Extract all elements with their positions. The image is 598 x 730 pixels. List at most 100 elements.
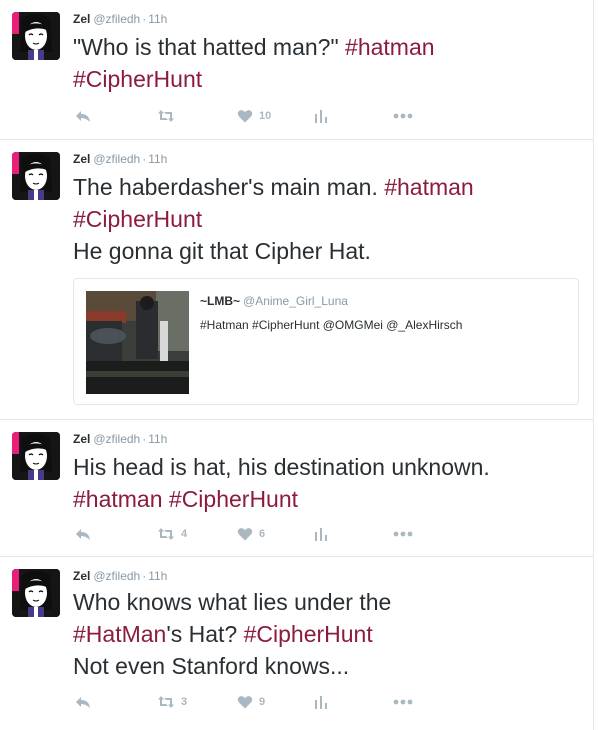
tweet[interactable]: Zel @zfiledh · 11h His head is hat, his des… [0, 419, 594, 556]
tweet-text: Who knows what lies under the #HatMan's … [73, 586, 588, 682]
more-icon [393, 699, 413, 705]
hashtag-link[interactable]: #hatman [73, 486, 163, 512]
retweet-button[interactable]: 4 [157, 524, 187, 544]
more-button[interactable] [393, 106, 413, 126]
quoted-tweet-photo[interactable] [86, 291, 189, 394]
tweet-header: Zel @zfiledh · 11h [73, 568, 167, 584]
display-name[interactable]: Zel [73, 12, 90, 26]
tweet-actions: 3 9 [73, 692, 433, 712]
tweet-line: #CipherHunt [73, 203, 588, 235]
tweet-header: Zel @zfiledh · 11h [73, 151, 167, 167]
separator: · [142, 12, 147, 26]
text-segment: Not even Stanford knows... [73, 653, 350, 679]
like-button[interactable]: 6 [237, 524, 265, 544]
text-segment: 's Hat? [166, 621, 244, 647]
like-count: 10 [259, 110, 272, 122]
user-handle[interactable]: @zfiledh [93, 12, 140, 26]
retweet-button[interactable] [157, 106, 181, 126]
separator: · [142, 432, 147, 446]
tweet-text: "Who is that hatted man?" #hatman #Ciphe… [73, 31, 588, 95]
retweet-icon [157, 527, 175, 541]
timestamp[interactable]: 11h [148, 152, 167, 166]
tweet-line: #hatman #CipherHunt [73, 483, 588, 515]
more-icon [393, 531, 413, 537]
like-count: 9 [259, 696, 266, 708]
text-segment: He gonna git that Cipher Hat. [73, 238, 371, 264]
display-name[interactable]: Zel [73, 569, 90, 583]
reply-button[interactable] [75, 106, 91, 126]
tweet-line: The haberdasher's main man. #hatman [73, 171, 588, 203]
separator: · [142, 152, 147, 166]
quoted-display-name[interactable]: ~LMB~ [200, 294, 240, 308]
analytics-icon [314, 695, 328, 709]
tweet-header: Zel @zfiledh · 11h [73, 431, 167, 447]
hashtag-link[interactable]: #hatman [384, 174, 474, 200]
analytics-button[interactable] [314, 524, 328, 544]
tweet-actions: 4 6 [73, 524, 433, 544]
hashtag-link[interactable]: #CipherHunt [73, 66, 202, 92]
text-segment: The haberdasher's main man. [73, 174, 385, 200]
avatar[interactable] [12, 12, 60, 60]
retweet-button[interactable]: 3 [157, 692, 187, 712]
hashtag-link[interactable]: #CipherHunt [169, 486, 298, 512]
reply-icon [75, 527, 91, 541]
hashtag-link[interactable]: #CipherHunt [73, 206, 202, 232]
more-button[interactable] [393, 524, 413, 544]
heart-icon [237, 109, 253, 123]
quoted-tweet-text: #Hatman #CipherHunt @OMGMei @_AlexHirsch [200, 318, 463, 332]
tweet-text: The haberdasher's main man. #hatman #Cip… [73, 171, 588, 267]
heart-icon [237, 695, 253, 709]
like-count: 6 [259, 528, 266, 540]
tweet-line: Who knows what lies under the [73, 586, 588, 618]
retweet-count: 3 [181, 696, 188, 708]
reply-icon [75, 695, 91, 709]
heart-icon [237, 527, 253, 541]
hashtag-link[interactable]: #HatMan [73, 621, 166, 647]
more-button[interactable] [393, 692, 413, 712]
retweet-icon [157, 109, 175, 123]
tweet-line: #CipherHunt [73, 63, 588, 95]
quoted-tweet[interactable]: ~LMB~ @Anime_Girl_Luna #Hatman #CipherHun… [73, 278, 579, 405]
user-handle[interactable]: @zfiledh [93, 152, 140, 166]
display-name[interactable]: Zel [73, 152, 90, 166]
tweet[interactable]: Zel @zfiledh · 11h Who knows what lies unde… [0, 556, 594, 730]
separator: · [142, 569, 147, 583]
reply-icon [75, 109, 91, 123]
reply-button[interactable] [75, 524, 91, 544]
tweet[interactable]: Zel @zfiledh · 11h The haberdasher's main m… [0, 139, 594, 419]
tweet-line: Not even Stanford knows... [73, 650, 588, 682]
like-button[interactable]: 9 [237, 692, 265, 712]
timestamp[interactable]: 11h [148, 569, 167, 583]
display-name[interactable]: Zel [73, 432, 90, 446]
quoted-user-handle[interactable]: @Anime_Girl_Luna [243, 294, 348, 308]
tweet-line: #HatMan's Hat? #CipherHunt [73, 618, 588, 650]
tweet-actions: 10 [73, 106, 433, 126]
avatar[interactable] [12, 569, 60, 617]
hashtag-link[interactable]: #CipherHunt [244, 621, 373, 647]
timestamp[interactable]: 11h [148, 432, 167, 446]
analytics-button[interactable] [314, 692, 328, 712]
tweet-line: He gonna git that Cipher Hat. [73, 235, 588, 267]
text-segment: Who knows what lies under the [73, 589, 392, 615]
tweet-header: Zel @zfiledh · 11h [73, 11, 167, 27]
tweet-text: His head is hat, his destination unknown… [73, 451, 588, 515]
avatar[interactable] [12, 432, 60, 480]
timestamp[interactable]: 11h [148, 12, 167, 26]
user-handle[interactable]: @zfiledh [93, 432, 140, 446]
more-icon [393, 113, 413, 119]
analytics-button[interactable] [314, 106, 328, 126]
tweet[interactable]: Zel @zfiledh · 11h "Who is that hatted man?… [0, 0, 594, 139]
analytics-icon [314, 527, 328, 541]
user-handle[interactable]: @zfiledh [93, 569, 140, 583]
tweet-line: "Who is that hatted man?" #hatman [73, 31, 588, 63]
tweet-line: His head is hat, his destination unknown… [73, 451, 588, 483]
retweet-icon [157, 695, 175, 709]
quoted-tweet-header: ~LMB~ @Anime_Girl_Luna [200, 293, 348, 309]
hashtag-link[interactable]: #hatman [345, 34, 435, 60]
retweet-count: 4 [181, 528, 188, 540]
reply-button[interactable] [75, 692, 91, 712]
avatar[interactable] [12, 152, 60, 200]
text-segment: "Who is that hatted man?" [73, 34, 346, 60]
like-button[interactable]: 10 [237, 106, 271, 126]
analytics-icon [314, 109, 328, 123]
